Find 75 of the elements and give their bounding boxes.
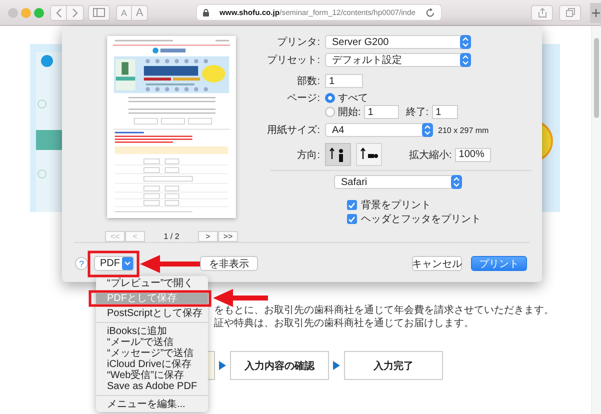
tabs-icon [566,8,574,17]
paper-dimensions: 210 x 297 mm [438,126,489,134]
page-nav-button[interactable]: >> [218,231,238,242]
sidebar-button[interactable] [88,4,110,20]
paragraph-text: 証や特典は、お取引先の歯科商社を通じてお届けします。 [214,317,475,330]
share-icon [538,8,546,18]
sidebar-icon [93,8,105,17]
tabs-button[interactable] [559,4,581,20]
checkbox[interactable] [347,200,357,210]
menu-item[interactable]: “メッセージ”で送信 [96,348,208,359]
window-close-button[interactable] [8,8,18,18]
triangle-icon [333,361,340,370]
window-minimize-button[interactable] [21,8,31,18]
arrow-annotation [213,289,268,307]
field-label: 拡大縮小: [409,148,452,162]
pdf-button[interactable]: PDF [94,256,134,271]
window-zoom-button[interactable] [34,8,44,18]
paragraph-text: をもとに、お取引先の歯科商社を通じて年会費を請求させていただきます。 [214,304,555,317]
menu-item[interactable]: iBooksに追加 [96,326,208,337]
highlight-annotation [88,250,140,278]
menu-item[interactable]: PostScriptとして保存 [96,308,208,319]
triangle-icon [219,361,226,370]
orientation-option[interactable] [356,143,382,166]
field-label: プリセット: [266,54,320,67]
page-indicator: 1 / 2 [164,232,180,241]
scale-field[interactable]: 100% [454,148,491,162]
field-label: プリンタ: [276,36,320,49]
preset-popup[interactable]: デフォルト設定 [325,53,471,67]
menu-item[interactable]: メニューを編集... [96,399,208,410]
updown-icon [460,53,471,67]
checkbox-label: 背景をプリント [361,198,431,212]
help-button[interactable]: ? [75,257,88,270]
page-nav-button[interactable]: > [198,231,218,242]
forward-button[interactable] [67,4,84,20]
menu-item[interactable]: “Web受信”に保存 [96,370,208,381]
reload-icon [426,8,435,17]
field-label: 方向: [296,148,320,162]
field-label: 終了: [406,106,429,119]
cancel-button[interactable]: キャンセル [412,256,462,271]
back-button[interactable] [50,4,67,20]
radio-label: 開始: [338,106,361,119]
radio-button[interactable] [325,92,335,102]
to-field[interactable]: 1 [432,105,458,119]
scrollbar-thumb[interactable] [594,38,599,118]
checkbox-label: ヘッダとフッタをプリント [361,212,481,226]
arrow-annotation [140,255,200,273]
plus-icon [592,8,600,16]
share-button[interactable] [531,4,553,20]
printer-popup[interactable]: Server G200 [325,35,471,49]
section-popup[interactable]: Safari [334,175,462,189]
field-label: 用紙サイズ: [266,124,320,137]
updown-icon [422,123,433,137]
step-label: 入力完了 [344,351,443,380]
menu-item[interactable]: Save as Adobe PDF [96,381,208,392]
details-button[interactable]: を非表示 [200,256,258,271]
copies-field[interactable]: 1 [325,74,363,88]
orientation-option[interactable] [325,143,351,166]
lock-icon [203,8,209,16]
radio-button[interactable] [325,107,335,117]
checkbox[interactable] [347,214,357,224]
dropdown-icon [122,257,133,270]
menu-item[interactable]: “プレビュー”で開く [96,278,208,289]
back-icon [56,8,62,18]
radio-label: すべて [338,92,368,104]
menu-item[interactable]: “メール”で送信 [96,337,208,348]
new-tab-button[interactable] [590,2,601,22]
step-label: 入力内容の確認 [230,351,329,380]
from-field[interactable]: 1 [364,105,399,119]
field-label: 部数: [296,74,320,88]
updown-icon [451,175,462,189]
forward-icon [72,8,78,18]
paper-size-popup[interactable]: A4 [325,123,433,137]
updown-icon [460,35,471,49]
field-label: ページ: [286,92,320,104]
menu-item[interactable]: iCloud Driveに保存 [96,359,208,370]
